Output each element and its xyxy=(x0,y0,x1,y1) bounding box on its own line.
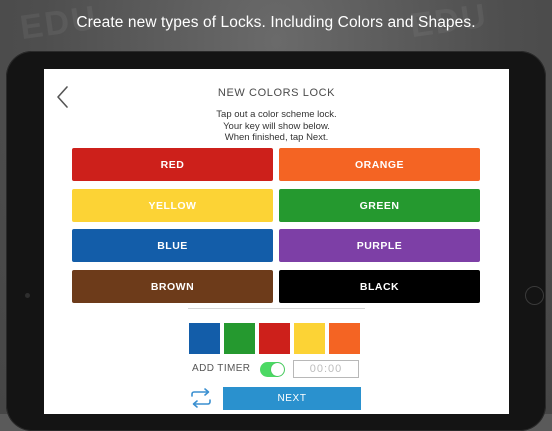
repeat-button[interactable] xyxy=(187,387,215,409)
color-button-orange[interactable]: ORANGE xyxy=(279,148,480,181)
color-button-green[interactable]: GREEN xyxy=(279,189,480,222)
camera-dot xyxy=(25,293,30,298)
key-swatch xyxy=(294,323,325,354)
timer-label: ADD TIMER xyxy=(192,363,251,374)
home-button[interactable] xyxy=(525,286,544,305)
color-button-black[interactable]: BLACK xyxy=(279,270,480,303)
key-swatch xyxy=(189,323,220,354)
timer-toggle[interactable] xyxy=(260,362,285,377)
key-swatch xyxy=(224,323,255,354)
timer-input[interactable]: 00:00 xyxy=(293,360,359,378)
color-button-red[interactable]: RED xyxy=(72,148,273,181)
divider xyxy=(188,308,365,309)
app-screen: NEW COLORS LOCK Tap out a color scheme l… xyxy=(44,69,509,414)
repeat-icon xyxy=(191,388,211,408)
color-button-yellow[interactable]: YELLOW xyxy=(72,189,273,222)
next-button[interactable]: NEXT xyxy=(223,387,361,410)
color-button-purple[interactable]: PURPLE xyxy=(279,229,480,262)
page-title: NEW COLORS LOCK xyxy=(217,87,336,99)
instruction-line: When finished, tap Next. xyxy=(224,132,329,143)
key-swatch xyxy=(329,323,360,354)
color-button-blue[interactable]: BLUE xyxy=(72,229,273,262)
instruction-line: Tap out a color scheme lock. xyxy=(216,109,337,120)
key-swatch xyxy=(259,323,290,354)
promo-caption: Create new types of Locks. Including Col… xyxy=(76,14,476,31)
instructions: Tap out a color scheme lock. Your key wi… xyxy=(44,109,509,144)
color-button-brown[interactable]: BROWN xyxy=(72,270,273,303)
toggle-knob xyxy=(271,363,284,376)
instruction-line: Your key will show below. xyxy=(223,120,330,132)
